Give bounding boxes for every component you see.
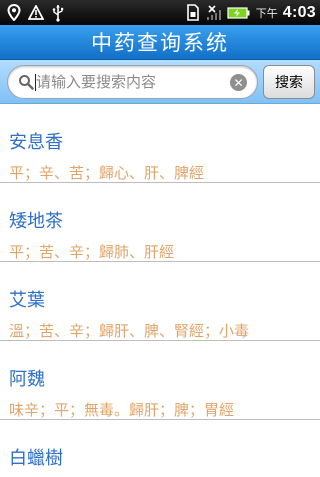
herb-name: 阿魏 (9, 369, 45, 390)
battery-charging-icon (227, 4, 251, 22)
location-pin-icon (6, 4, 22, 22)
status-notifications (0, 0, 66, 25)
usb-icon (50, 4, 66, 22)
status-time: 4:03 (282, 3, 316, 21)
title-bar: 中药查询系统 (0, 25, 320, 60)
list-item[interactable]: 艾葉 溫；苦、辛；歸肝、脾、腎經；小毒 (0, 262, 320, 341)
search-button[interactable]: 搜索 (263, 65, 315, 99)
status-system: 下午 4:03 (185, 0, 316, 25)
herb-name: 白蠟樹 (9, 448, 63, 469)
page-title: 中药查询系统 (91, 31, 229, 55)
clear-icon[interactable]: ✕ (230, 74, 247, 91)
list-item[interactable]: 安息香 平；辛、苦；歸心、肝、脾經 (0, 104, 320, 183)
warning-icon (28, 4, 44, 22)
herb-list: 安息香 平；辛、苦；歸心、肝、脾經 矮地茶 平；苦、辛；歸肺、肝經 艾葉 溫；苦… (0, 104, 320, 477)
herb-properties: 平；辛、苦；歸心、肝、脾經 (9, 164, 205, 182)
search-input[interactable] (36, 70, 226, 94)
herb-name: 安息香 (9, 132, 63, 153)
herb-name: 艾葉 (9, 290, 45, 311)
status-ampm: 下午 (255, 6, 278, 20)
sim-card-icon (185, 4, 201, 22)
list-item[interactable]: 阿魏 味辛；平；無毒。歸肝；脾；胃經 (0, 341, 320, 420)
search-bar: ✕ 搜索 (0, 60, 320, 104)
herb-properties: 味辛；平；無毒。歸肝；脾；胃經 (9, 401, 235, 419)
herb-properties: 溫；苦、辛；歸肝、脾、腎經；小毒 (9, 322, 250, 340)
status-bar: 下午 4:03 (0, 0, 320, 25)
list-item[interactable]: 矮地茶 平；苦、辛；歸肺、肝經 (0, 183, 320, 262)
search-icon (18, 74, 34, 90)
herb-properties: 平；苦、辛；歸肺、肝經 (9, 243, 175, 261)
search-field[interactable]: ✕ (7, 65, 258, 99)
herb-name: 矮地茶 (9, 211, 63, 232)
no-signal-icon (206, 4, 222, 22)
list-item[interactable]: 白蠟樹 (0, 420, 320, 477)
